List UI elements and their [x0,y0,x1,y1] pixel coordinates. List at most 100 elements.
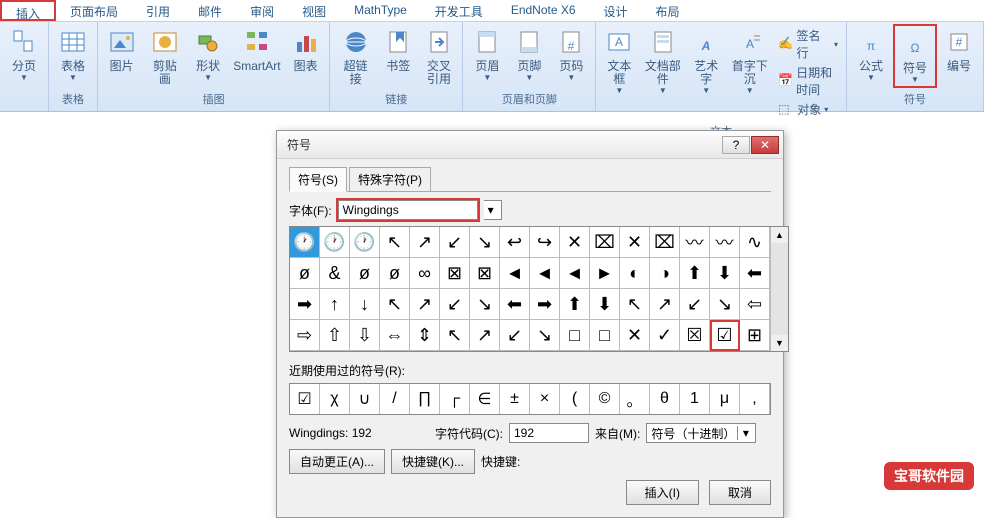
symbol-cell[interactable]: ↖ [380,227,410,258]
tab-endnote[interactable]: EndNote X6 [497,0,590,21]
scroll-track[interactable] [771,243,788,335]
symbol-cell[interactable]: ⇕ [410,320,440,351]
shapes-button[interactable]: 形状▼ [188,24,227,84]
dropcap-button[interactable]: A首字下沉▼ [727,24,772,97]
help-button[interactable]: ? [722,136,750,154]
symbol-cell[interactable]: & [320,258,350,289]
signature-line-button[interactable]: ✍签名行▾ [776,26,840,62]
symbol-cell[interactable]: ◄ [530,258,560,289]
symbol-cell[interactable]: ⌧ [590,227,620,258]
symbol-cell[interactable]: ↖ [380,289,410,320]
symbol-cell[interactable]: ⬅ [740,258,770,289]
recent-symbol-cell[interactable]: ┌ [440,384,470,414]
symbol-cell[interactable]: ↙ [440,227,470,258]
symbol-cell[interactable]: ➡ [290,289,320,320]
symbol-cell[interactable]: ↖ [620,289,650,320]
symbol-cell[interactable]: ✕ [620,320,650,351]
symbol-cell[interactable]: ∿ [740,227,770,258]
symbol-cell[interactable]: ◄ [500,258,530,289]
symbol-cell[interactable]: 〰 [710,227,740,258]
insert-button[interactable]: 插入(I) [626,480,699,505]
symbol-cell[interactable]: ↘ [710,289,740,320]
symbol-cell[interactable]: ➡ [530,289,560,320]
symbol-cell[interactable]: ⬆ [680,258,710,289]
symbol-cell[interactable]: 〰 [680,227,710,258]
symbol-cell[interactable]: ↘ [530,320,560,351]
tab-layout[interactable]: 页面布局 [56,0,132,21]
tab-review[interactable]: 审阅 [236,0,288,21]
symbol-cell[interactable]: □ [560,320,590,351]
symbol-cell[interactable]: ↗ [410,227,440,258]
recent-symbol-cell[interactable]: θ [650,384,680,414]
object-button[interactable]: ⬚对象▾ [776,100,840,119]
shortcut-button[interactable]: 快捷键(K)... [391,449,475,474]
picture-button[interactable]: 图片 [102,24,141,75]
symbol-cell[interactable]: ↙ [680,289,710,320]
symbol-cell[interactable]: ↗ [470,320,500,351]
header-button[interactable]: 页眉▼ [467,24,507,84]
close-button[interactable]: ✕ [751,136,779,154]
recent-symbol-cell[interactable]: ∪ [350,384,380,414]
symbol-cell[interactable]: ◐ [620,258,650,289]
recent-symbol-cell[interactable]: ( [560,384,590,414]
symbol-cell[interactable]: ☑ [710,320,740,351]
crossref-button[interactable]: 交叉 引用 [420,24,459,88]
tab-view[interactable]: 视图 [288,0,340,21]
tab-insert[interactable]: 插入 [0,0,56,21]
tab-mailings[interactable]: 邮件 [184,0,236,21]
tab-mathtype[interactable]: MathType [340,0,421,21]
recent-symbol-cell[interactable]: , [740,384,770,414]
textbox-button[interactable]: A文本框▼ [600,24,638,97]
scrollbar[interactable]: ▲▼ [770,227,788,351]
scroll-down-icon[interactable]: ▼ [771,335,788,351]
recent-symbol-cell[interactable]: © [590,384,620,414]
symbol-cell[interactable]: ∞ [410,258,440,289]
recent-symbol-cell[interactable]: ± [500,384,530,414]
symbol-cell[interactable]: ↩ [500,227,530,258]
symbol-cell[interactable]: ↑ [320,289,350,320]
symbol-cell[interactable]: ↙ [440,289,470,320]
symbol-cell[interactable]: ✕ [620,227,650,258]
quickparts-button[interactable]: 文档部件▼ [640,24,685,97]
from-combobox[interactable]: 符号（十进制）▾ [646,423,756,443]
symbol-cell[interactable]: ☒ [680,320,710,351]
symbol-cell[interactable]: ↗ [410,289,440,320]
tab-design[interactable]: 设计 [590,0,642,21]
clipart-button[interactable]: 剪贴画 [143,24,186,88]
symbol-cell[interactable]: ↘ [470,289,500,320]
symbol-cell[interactable]: □ [590,320,620,351]
number-button[interactable]: #编号 [939,24,979,75]
symbol-cell[interactable]: ⬅ [500,289,530,320]
symbol-cell[interactable]: ◄ [560,258,590,289]
symbol-cell[interactable]: ø [290,258,320,289]
hyperlink-button[interactable]: 超链接 [334,24,377,88]
pageno-button[interactable]: #页码▼ [551,24,591,84]
cancel-button[interactable]: 取消 [709,480,771,505]
font-combobox[interactable]: Wingdings [338,200,478,220]
char-code-field[interactable]: 192 [509,423,589,443]
symbol-cell[interactable]: ⇨ [290,320,320,351]
symbol-cell[interactable]: ⇧ [320,320,350,351]
symbol-cell[interactable]: ø [380,258,410,289]
symbol-cell[interactable]: ↪ [530,227,560,258]
footer-button[interactable]: 页脚▼ [509,24,549,84]
symbol-button[interactable]: Ω符号▼ [893,24,937,88]
tab-references[interactable]: 引用 [132,0,184,21]
tab-special-chars[interactable]: 特殊字符(P) [349,167,431,192]
scroll-up-icon[interactable]: ▲ [771,227,788,243]
symbol-cell[interactable]: ◑ [650,258,680,289]
recent-symbol-cell[interactable]: χ [320,384,350,414]
tab-symbols[interactable]: 符号(S) [289,167,347,192]
symbol-cell[interactable]: ⇦ [740,289,770,320]
symbol-cell[interactable]: ► [590,258,620,289]
symbol-cell[interactable]: ↘ [470,227,500,258]
symbol-cell[interactable]: ⊠ [470,258,500,289]
symbol-cell[interactable]: ⊞ [740,320,770,351]
font-combobox-arrow[interactable]: ▾ [484,200,502,220]
smartart-button[interactable]: SmartArt [230,24,284,75]
dialog-titlebar[interactable]: 符号 ? ✕ [277,131,783,159]
symbol-cell[interactable]: ⬆ [560,289,590,320]
symbol-cell[interactable]: ⬇ [710,258,740,289]
tab-layout2[interactable]: 布局 [642,0,694,21]
recent-symbol-cell[interactable]: μ [710,384,740,414]
